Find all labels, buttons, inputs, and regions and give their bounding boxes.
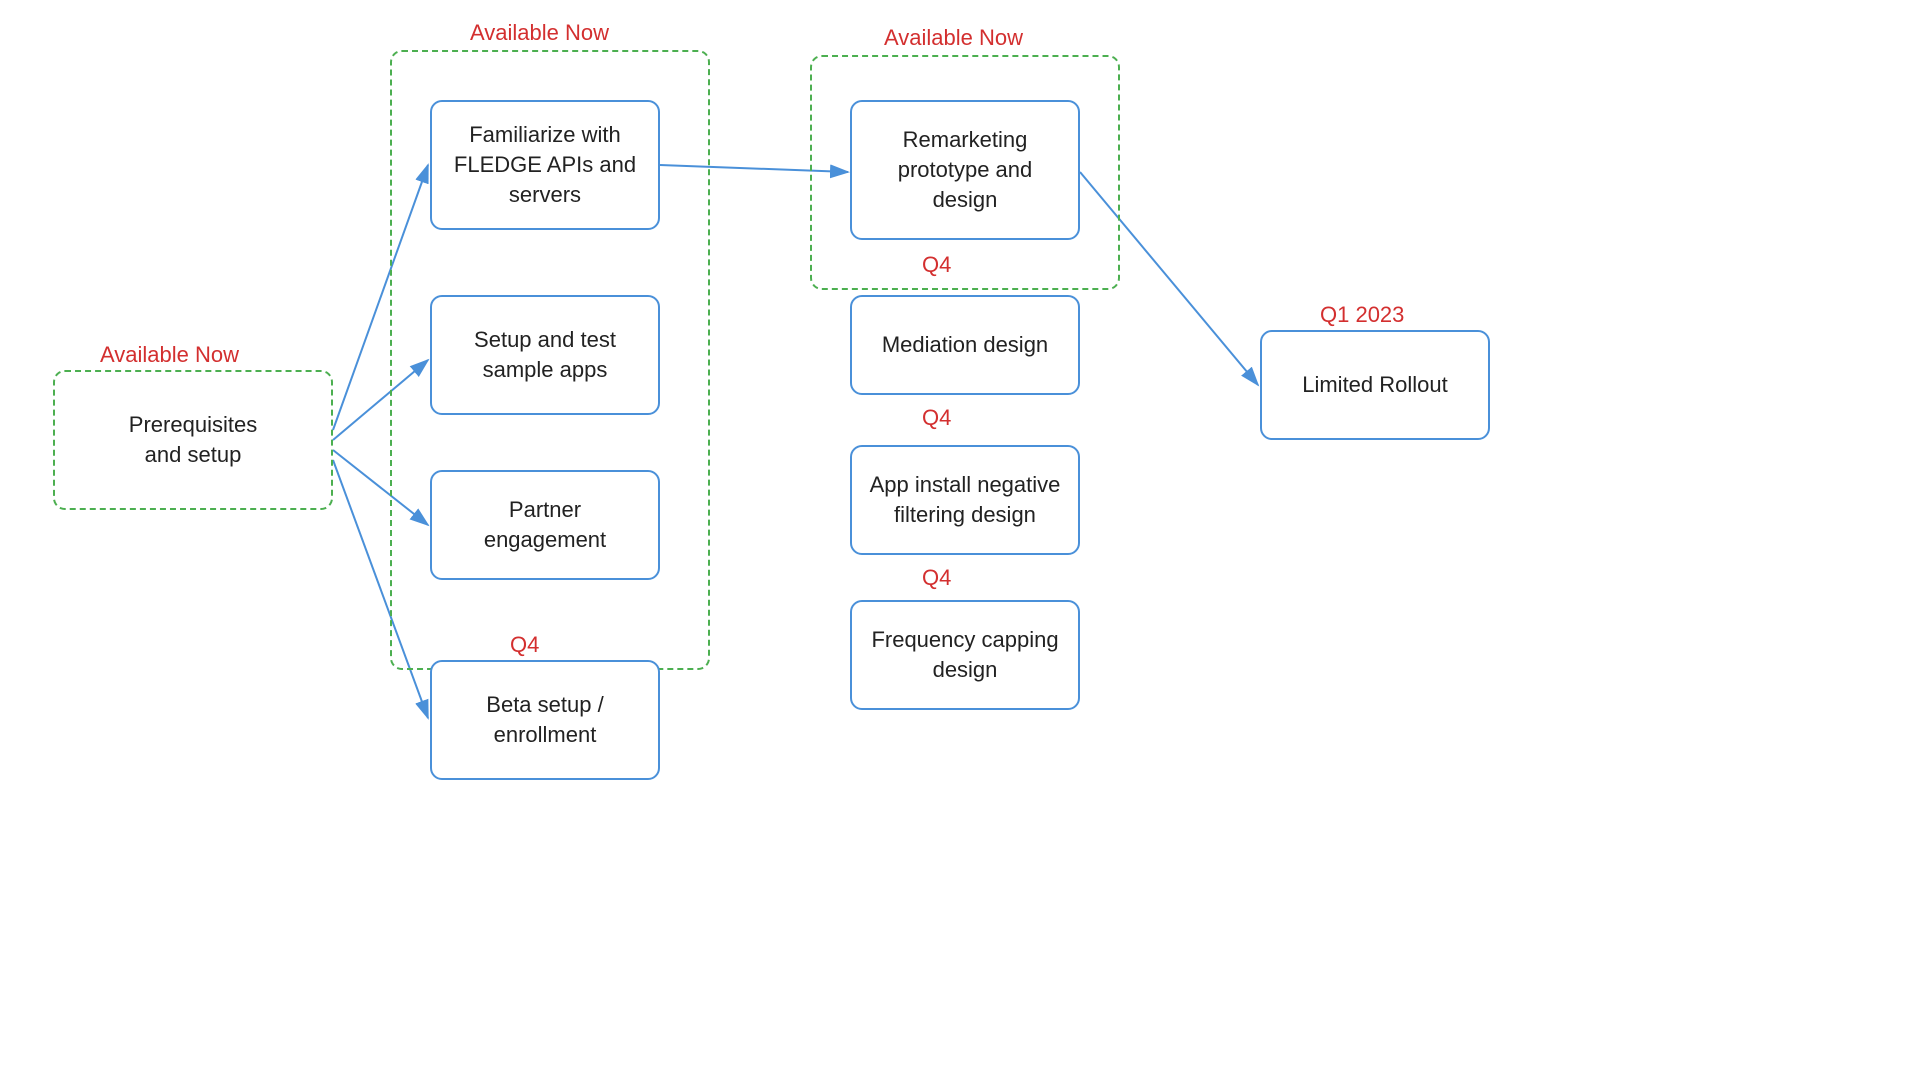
- node-frequency-label: Frequency cappingdesign: [871, 625, 1058, 684]
- node-app-install: App install negativefiltering design: [850, 445, 1080, 555]
- node-beta: Beta setup /enrollment: [430, 660, 660, 780]
- label-beta: Q4: [510, 632, 539, 658]
- label-app-install-q4: Q4: [922, 565, 951, 591]
- node-prerequisites-label: Prerequisitesand setup: [129, 410, 257, 469]
- node-sample-apps: Setup and testsample apps: [430, 295, 660, 415]
- node-sample-apps-label: Setup and testsample apps: [474, 325, 616, 384]
- node-app-install-label: App install negativefiltering design: [870, 470, 1061, 529]
- diagram: Available Now Available Now Prerequisite…: [0, 0, 1920, 1080]
- node-partner: Partner engagement: [430, 470, 660, 580]
- node-partner-label: Partner engagement: [448, 495, 642, 554]
- node-frequency: Frequency cappingdesign: [850, 600, 1080, 710]
- node-fledge: Familiarize withFLEDGE APIs andservers: [430, 100, 660, 230]
- node-beta-label: Beta setup /enrollment: [486, 690, 603, 749]
- dashed-group-left-label: Available Now: [470, 20, 609, 46]
- node-prerequisites: Prerequisitesand setup: [53, 370, 333, 510]
- node-limited-rollout-label: Limited Rollout: [1302, 370, 1448, 400]
- label-prerequisites: Available Now: [100, 342, 239, 368]
- node-mediation: Mediation design: [850, 295, 1080, 395]
- node-limited-rollout: Limited Rollout: [1260, 330, 1490, 440]
- label-mediation-q4: Q4: [922, 405, 951, 431]
- label-remarketing-q4: Q4: [922, 252, 951, 278]
- dashed-group-right-label: Available Now: [884, 25, 1023, 51]
- node-remarketing: Remarketingprototype anddesign: [850, 100, 1080, 240]
- node-mediation-label: Mediation design: [882, 330, 1048, 360]
- node-remarketing-label: Remarketingprototype anddesign: [898, 125, 1033, 214]
- node-fledge-label: Familiarize withFLEDGE APIs andservers: [454, 120, 636, 209]
- label-limited-rollout-q1: Q1 2023: [1320, 302, 1404, 328]
